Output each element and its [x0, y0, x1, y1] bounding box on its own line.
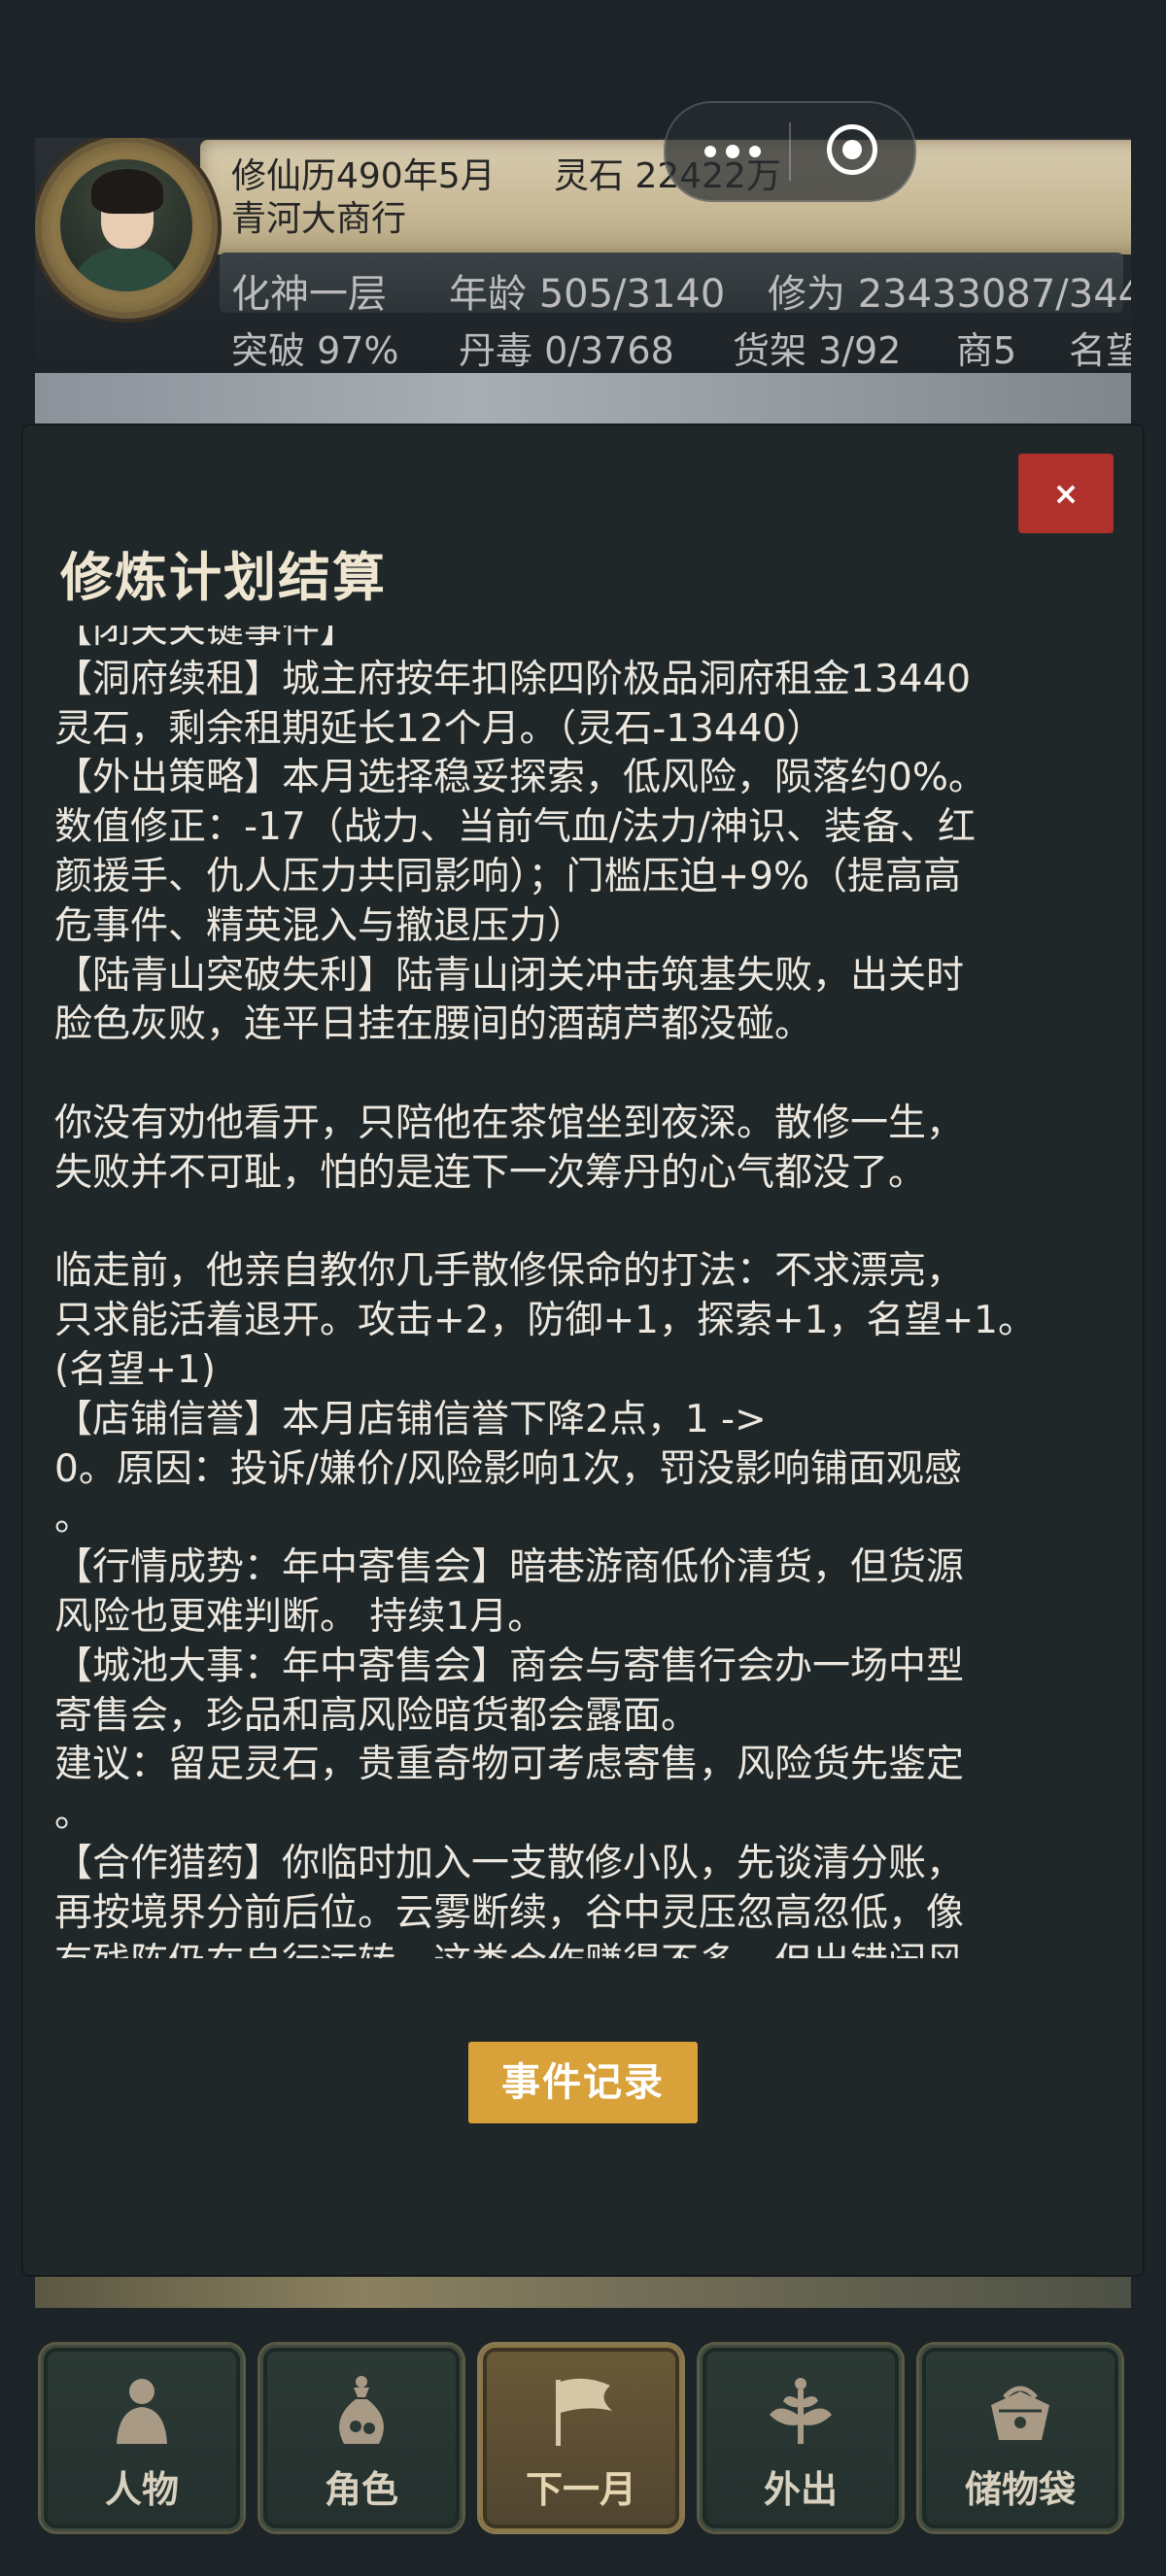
- log-line: 【店铺信誉】本月店铺信誉下降2点，1 ->: [54, 1397, 767, 1441]
- log-line: 【外出策略】本月选择稳妥探索，低风险，陨落约0%。: [54, 756, 986, 800]
- avatar[interactable]: [41, 142, 212, 313]
- bottom-nav: 人物 角色 下一月 外出 储物袋: [35, 2308, 1131, 2560]
- log-line: 数值修正：-17（战力、当前气血/法力/神识、装备、红: [54, 805, 976, 850]
- nav-label: 下一月: [525, 2468, 636, 2511]
- nav-label: 储物袋: [964, 2468, 1076, 2511]
- log-line: 【城池大事：年中寄售会】商会与寄售行会办一场中型: [54, 1644, 965, 1688]
- cultivation: 修为 23433087/3448: [768, 272, 1131, 317]
- log-line: 临走前，他亲自教你几手散修保命的打法：不求漂亮，: [54, 1249, 965, 1294]
- log-line: 颜援手、仇人压力共同影响）；门槛压迫+9%（提高高: [54, 854, 962, 898]
- modal-title: 修炼计划结算: [60, 547, 387, 608]
- money-bag-icon: [339, 2376, 384, 2444]
- more-icon[interactable]: [699, 135, 767, 168]
- log-line: 脸色灰败，连平日挂在腰间的酒葫芦都没碰。: [54, 1002, 813, 1047]
- nav-outing-button[interactable]: 外出: [700, 2345, 902, 2531]
- pill-toxin: 丹毒 0/3768: [459, 329, 674, 372]
- merchant-level: 商5: [956, 329, 1017, 372]
- log-line: 有残阵仍在自行运转。这类合作赚得不多，但出错闲风: [54, 1939, 1104, 1958]
- background-scenery-bottom: [35, 2273, 1131, 2308]
- age: 年龄 505/3140: [449, 272, 726, 317]
- log-line: 【合作猎药】你临时加入一支散修小队，先谈清分账，: [54, 1841, 965, 1885]
- log-line: 寄售会，珍品和高风险暗货都会露面。: [54, 1693, 700, 1738]
- background-scenery: [35, 373, 1131, 429]
- shelf-count: 货架 3/92: [733, 329, 902, 372]
- log-line: 危事件、精英混入与撤退压力）: [54, 903, 586, 948]
- avatar-portrait: [60, 159, 192, 291]
- log-line: 【行情成势：年中寄售会】暗巷游商低价清货，但货源: [54, 1545, 965, 1590]
- nav-storage-button[interactable]: 储物袋: [919, 2345, 1121, 2531]
- log-line: 灵石，剩余租期延长12个月。（灵石-13440）: [54, 706, 825, 751]
- nav-role-button[interactable]: 角色: [260, 2345, 463, 2531]
- status-bar: 修仙历490年5月 灵石 22422万 青河大商行 化神一层 年龄 505/31…: [35, 138, 1131, 373]
- event-log-button[interactable]: 事件记录: [468, 2042, 698, 2123]
- flag-icon: [556, 2378, 612, 2446]
- fame: 名望: [1069, 329, 1131, 372]
- log-line: 失败并不可耻，怕的是连下一次筹丹的心气都没了。: [54, 1150, 927, 1195]
- log-line: 。: [54, 1792, 93, 1837]
- herb-icon: [770, 2378, 832, 2444]
- shop-name: 青河大商行: [231, 199, 407, 239]
- settlement-log-content: 【闭关关键事件】【洞府续租】城主府按年扣除四阶极品洞府租金13440 灵石，剩余租…: [54, 626, 1104, 1958]
- log-line: 。: [54, 1496, 93, 1541]
- breakthrough: 突破 97%: [231, 329, 399, 372]
- realm: 化神一层: [231, 272, 387, 317]
- log-line: 风险也更难判断。 持续1月。: [54, 1594, 546, 1639]
- miniprogram-capsule: [664, 101, 916, 202]
- log-line: 建议：留足灵石，贵重奇物可考虑寄售，风险货先鉴定: [54, 1743, 965, 1787]
- log-line: 【闭关关键事件】: [54, 626, 359, 652]
- log-line: 只求能活着退开。攻击+2，防御+1，探索+1，名望+1。: [54, 1299, 1036, 1343]
- log-line: 【洞府续租】城主府按年扣除四阶极品洞府租金13440: [54, 657, 972, 701]
- close-miniprogram-icon[interactable]: [827, 124, 877, 175]
- nav-label: 角色: [324, 2468, 398, 2511]
- nav-label: 外出: [763, 2468, 838, 2511]
- log-line: 你没有劝他看开，只陪他在茶馆坐到夜深。散修一生，: [54, 1101, 965, 1145]
- close-button[interactable]: ×: [1018, 454, 1114, 533]
- log-line: (名望+1): [54, 1347, 216, 1392]
- log-line: 再按境界分前后位。云雾断续，谷中灵压忽高忽低，像: [54, 1890, 965, 1935]
- log-line: 0。原因：投诉/嫌价/风险影响1次，罚没影响铺面观感: [54, 1446, 962, 1491]
- settlement-log[interactable]: 【闭关关键事件】【洞府续租】城主府按年扣除四阶极品洞府租金13440 灵石，剩余租…: [54, 626, 1104, 1958]
- nav-next-month-button[interactable]: 下一月: [480, 2345, 682, 2531]
- nav-label: 人物: [104, 2468, 179, 2511]
- person-icon: [117, 2379, 167, 2444]
- log-line: 【陆青山突破失利】陆青山闭关冲击筑基失败，出关时: [54, 953, 965, 998]
- storage-bag-icon: [991, 2386, 1049, 2440]
- nav-person-button[interactable]: 人物: [41, 2345, 243, 2531]
